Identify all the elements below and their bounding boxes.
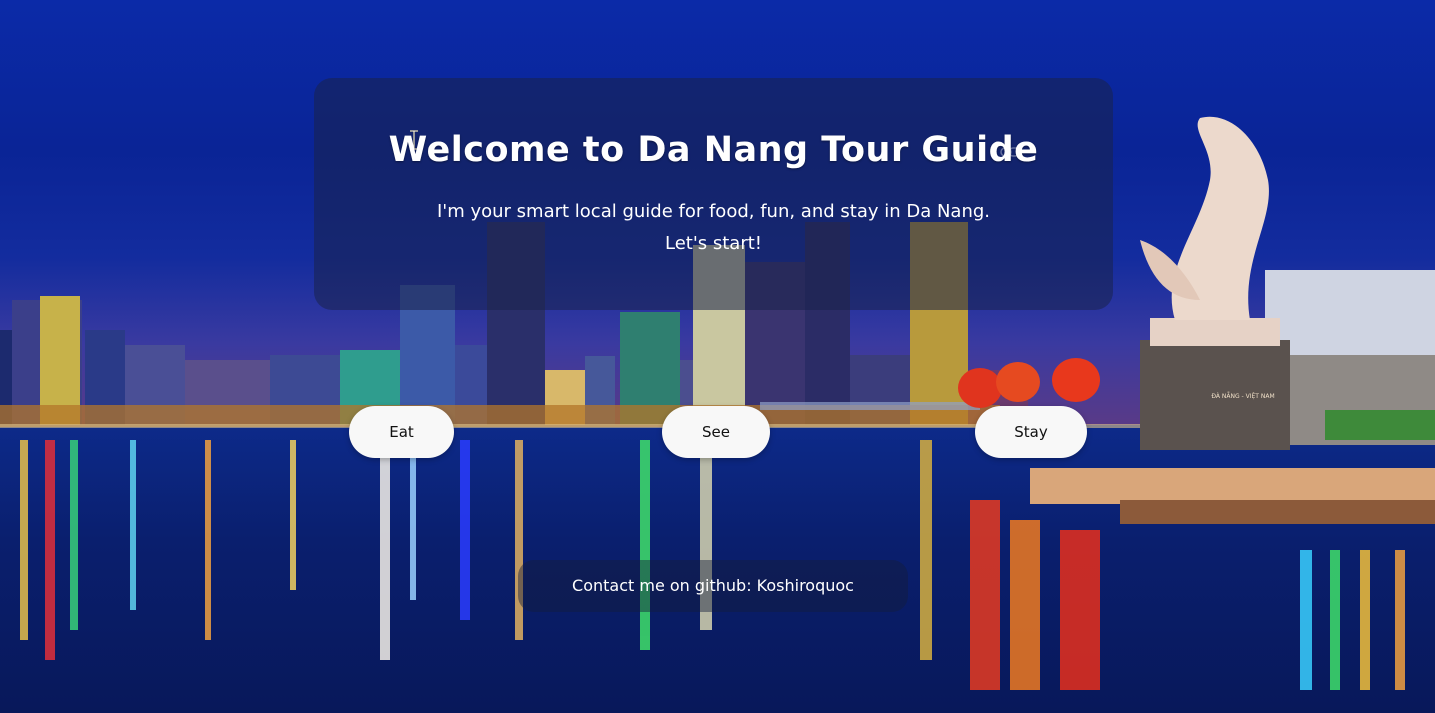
page: ĐÀ NẴNG - VIỆT NAM Welcome to Da Nang To… bbox=[0, 0, 1435, 713]
eat-button[interactable]: Eat bbox=[349, 406, 454, 458]
footer-contact: Contact me on github: Koshiroquoc bbox=[518, 560, 908, 612]
bridge bbox=[760, 402, 980, 410]
red-lanterns bbox=[958, 358, 1100, 408]
hero-subtitle-line-1: I'm your smart local guide for food, fun… bbox=[436, 201, 991, 222]
see-button[interactable]: See bbox=[662, 406, 770, 458]
page-title: Welcome to Da Nang Tour Guide bbox=[388, 130, 1039, 170]
github-contact-link[interactable]: Contact me on github: Koshiroquoc bbox=[572, 576, 854, 595]
anchor-link-icon[interactable] bbox=[1000, 146, 1020, 158]
stay-button[interactable]: Stay bbox=[975, 406, 1087, 458]
hero-subtitle-line-2: Let's start! bbox=[664, 233, 763, 254]
hero-panel: Welcome to Da Nang Tour Guide I'm your s… bbox=[314, 78, 1113, 310]
statue-sign-text: ĐÀ NẴNG - VIỆT NAM bbox=[1211, 392, 1274, 400]
hero-subtitle: I'm your smart local guide for food, fun… bbox=[314, 196, 1113, 260]
